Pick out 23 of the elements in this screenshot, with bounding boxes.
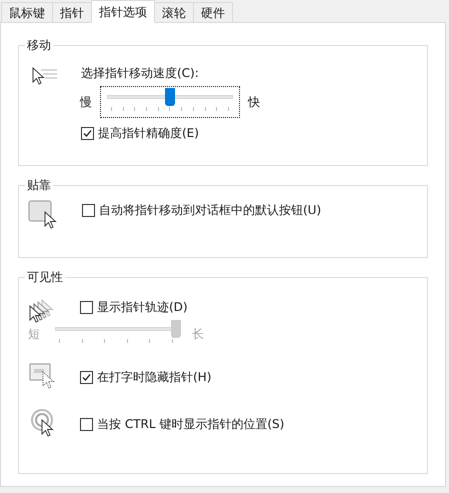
group-title: 贴靠	[25, 177, 53, 193]
checkbox[interactable]	[80, 418, 93, 430]
checkbox[interactable]	[80, 370, 93, 384]
checkbox-label: 显示指针轨迹(D)	[97, 299, 188, 316]
slider-max-label: 快	[248, 94, 260, 111]
slider-min-label: 慢	[80, 94, 92, 111]
checkbox-label: 提高指针精确度(E)	[98, 125, 199, 142]
slider-max-label: 长	[192, 326, 204, 343]
slider[interactable]	[100, 86, 240, 118]
slider-thumb[interactable]	[165, 88, 175, 106]
checkbox[interactable]	[82, 204, 95, 216]
group-title: 可见性	[25, 269, 65, 285]
slider-min-label: 短	[28, 326, 40, 343]
group-title: 移动	[25, 37, 53, 53]
speed-label: 选择指针移动速度(C):	[81, 65, 200, 82]
checkbox[interactable]	[81, 126, 94, 140]
tab[interactable]: 鼠标键	[1, 2, 53, 23]
tab[interactable]: 指针选项	[91, 0, 155, 23]
tab[interactable]: 硬件	[193, 2, 233, 23]
checkbox[interactable]	[80, 300, 93, 314]
checkbox-label: 在打字时隐藏指针(H)	[97, 369, 212, 386]
checkbox-label: 当按 CTRL 键时显示指针的位置(S)	[97, 416, 284, 433]
checkbox-label: 自动将指针移动到对话框中的默认按钮(U)	[99, 202, 322, 219]
